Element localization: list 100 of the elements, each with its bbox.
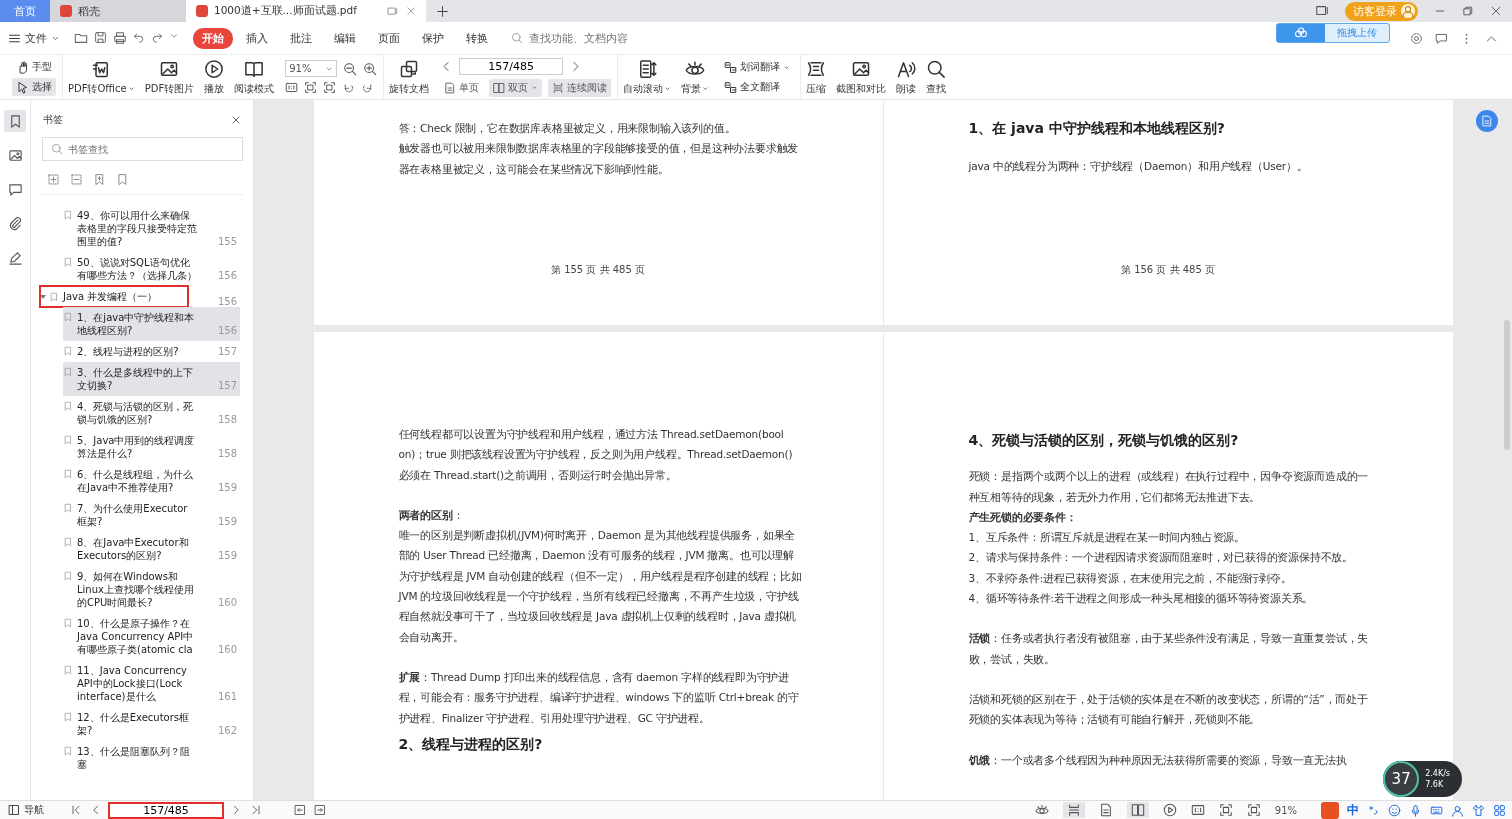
assistant-button[interactable] xyxy=(1476,110,1498,132)
bookmark-item[interactable]: 1、在java中守护线程和本地线程区别? 156 xyxy=(63,307,240,341)
bookmark-item[interactable]: 3、什么是多线程中的上下文切换? 157 xyxy=(63,362,240,396)
toolbar-button[interactable]: PDF转Office xyxy=(63,56,140,98)
section-heading: 1、在 java 中守护线程和本地线程区别? xyxy=(968,119,1226,138)
meter-value: 37 xyxy=(1391,770,1411,788)
sidebar-panel-button[interactable] xyxy=(4,110,26,132)
bookmark-icon xyxy=(63,618,73,628)
close-icon xyxy=(231,115,241,125)
bookmark-group[interactable]: Java 并发编程（一） xyxy=(40,286,188,307)
page-icon xyxy=(444,81,457,94)
paragraph: 两者的区别： xyxy=(398,507,465,523)
ribbon-tab[interactable]: 保护 xyxy=(413,27,453,49)
translate-icon xyxy=(724,60,738,74)
fit-width-icon xyxy=(1246,803,1261,817)
window-mode-icon xyxy=(1315,4,1329,18)
bookmark-item[interactable]: 11、Java Concurrency API中的Lock接口(Lock interface)是什么 161 xyxy=(63,660,240,707)
ribbon-tab[interactable]: 插入 xyxy=(237,27,277,49)
toolbar-button[interactable]: 划词翻译 xyxy=(720,58,795,76)
actual-size-icon xyxy=(1190,803,1205,817)
download-speed: 7.6K xyxy=(1425,779,1445,790)
search-icon xyxy=(926,58,947,79)
image-icon xyxy=(7,147,23,163)
toolbar-button[interactable]: 压缩 xyxy=(801,56,832,98)
bookmark-icon xyxy=(63,712,73,722)
page-back-icon xyxy=(294,804,306,816)
paragraph: 4、循环等待条件:若干进程之间形成一种头尾相接的循环等待资源关系。 xyxy=(968,591,1315,607)
toolbar-button[interactable]: 背景 xyxy=(676,56,715,98)
bookmark-search-field[interactable]: 书签查找 xyxy=(68,143,228,155)
restore-icon xyxy=(1462,5,1474,17)
ribbon-tab[interactable]: 批注 xyxy=(281,27,321,49)
expand-all-icon xyxy=(47,173,60,186)
bookmark-item[interactable]: 49、你可以用什么来确保表格里的字段只接受特定范围里的值? 155 xyxy=(63,205,240,252)
toolbar-button[interactable]: 手型 xyxy=(12,58,56,76)
document-tab[interactable]: 稻壳 xyxy=(50,0,186,22)
page-number-field[interactable]: 157/485 xyxy=(108,801,224,819)
bookmark-item[interactable]: 12、什么是Executors框架? 162 xyxy=(63,707,240,741)
bookmark-item[interactable]: 5、Java中用到的线程调度算法是什么? 158 xyxy=(63,430,240,464)
bookmark-search-box[interactable]: 书签查找 xyxy=(42,137,243,161)
pin-icon xyxy=(387,5,398,17)
ribbon-tab[interactable]: 开始 xyxy=(193,27,233,49)
zoom-dropdown[interactable]: 91% xyxy=(1274,804,1297,816)
feature-search-field[interactable]: 查找功能、文档内容 xyxy=(527,30,641,46)
toolbar-button[interactable]: 双页 xyxy=(489,78,543,97)
bookmark-icon xyxy=(63,665,73,675)
bookmark-icon xyxy=(63,503,73,513)
ribbon-tab[interactable]: 转换 xyxy=(457,27,497,49)
two-page-icon xyxy=(1130,803,1145,817)
bookmark-icon xyxy=(63,210,73,220)
bookmark-item[interactable]: 2、线程与进程的区别? 157 xyxy=(63,341,240,362)
ribbon-tab[interactable]: 页面 xyxy=(369,27,409,49)
shirt-icon xyxy=(1472,803,1485,817)
navigation-button[interactable]: 导航 xyxy=(8,803,70,817)
zoom-dropdown[interactable]: 91% xyxy=(285,60,338,77)
toolbar-button[interactable]: 旋转文档 xyxy=(384,56,435,98)
add-bookmark-icon xyxy=(93,173,106,186)
bookmark-item[interactable]: 10、什么是原子操作？在Java Concurrency API中有哪些原子类(atomic cla 160 xyxy=(63,613,240,660)
toolbar-button[interactable]: 选择 xyxy=(12,78,56,96)
punctuation-icon xyxy=(1367,803,1380,817)
toolbar-button[interactable]: 自动滚动 xyxy=(618,56,677,98)
redo-icon xyxy=(151,31,163,43)
ribbon-tab[interactable]: 编辑 xyxy=(325,27,365,49)
print-icon xyxy=(113,31,127,45)
bookmark-icon xyxy=(63,571,73,581)
document-tab[interactable]: 1000道+互联...师面试题.pdf xyxy=(186,0,426,22)
toolbar-button[interactable]: 阅读模式 xyxy=(229,56,280,98)
toolbar-button[interactable]: PDF转图片 xyxy=(139,56,200,98)
toolbar-button[interactable]: 截图和对比 xyxy=(831,56,892,98)
bookmark-item[interactable]: 8、在Java中Executor和Executors的区别? 159 xyxy=(63,532,240,566)
bookmark-item[interactable]: 7、为什么使用Executor框架? 159 xyxy=(63,498,240,532)
folder-icon xyxy=(74,31,88,45)
paragraph: 触发器也可以被用来限制数据库表格里的字段能够接受的值，但是这种办法要求触发器在表格里被定义，这可能会在某些情况下影响到性能。 xyxy=(398,141,800,177)
grid-icon xyxy=(1493,803,1506,817)
bookmark-icon xyxy=(63,367,73,377)
search-icon xyxy=(51,143,63,155)
bookmark-item[interactable]: 6、什么是线程组，为什么在Java中不推荐使用? 159 xyxy=(63,464,240,498)
toolbar-button[interactable]: 播放 xyxy=(199,56,230,98)
avatar-icon xyxy=(1401,4,1415,18)
bookmark-item[interactable]: 13、什么是阻塞队列？阻塞 xyxy=(63,741,240,775)
input-mode-label[interactable]: 中 xyxy=(1347,801,1359,819)
paragraph: 3、不剥夺条件:进程已获得资源，在末使用完之前，不能强行剥夺。 xyxy=(968,570,1293,586)
paragraph: 唯一的区别是判断虚拟机(JVM)何时离开，Daemon 是为其他线程提供服务，如果全部的 User Thread 已经撤离，Daemon 没有可服务的线程，JVM 撤离。也可以理解为守护线程是 JVM 自动创建的线程（但不一定），用户线程是程序创建的线程；比如 JVM 的垃圾回收线程是一个守护线程，当所有线程已经撤离，不再产生垃圾，守护线程自然就没事可干了，当垃圾回收线程是 Java 虚拟机上仅剩的线程时，Java 虚拟机会自动离开。 xyxy=(398,528,803,645)
fit-page-icon xyxy=(1218,803,1233,817)
bookmark-item[interactable]: 9、如何在Windows和Linux上查找哪个线程使用的CPU时间最长? 160 xyxy=(63,566,240,613)
zoom-out-icon xyxy=(343,61,358,76)
bookmark-item[interactable]: 50、说说对SQL语句优化有哪些方法？（选择几条） 156 xyxy=(63,252,240,286)
page-number-field[interactable]: 157/485 xyxy=(459,57,564,75)
toolbar-button[interactable]: 单页 xyxy=(440,78,484,97)
file-menu[interactable]: 文件 xyxy=(8,30,60,46)
ime-logo-icon xyxy=(1321,801,1339,819)
close-button[interactable] xyxy=(231,115,241,125)
toolbar-button[interactable]: 连续阅读 xyxy=(548,78,612,97)
toolbar-button[interactable]: 查找 xyxy=(921,56,952,98)
zoom-in-icon xyxy=(363,61,378,76)
undo-icon xyxy=(133,31,145,43)
scrollbar[interactable] xyxy=(1504,320,1510,450)
bookmark-item[interactable]: 4、死锁与活锁的区别，死锁与饥饿的区别? 158 xyxy=(63,396,240,430)
toolbar-button[interactable]: 全文翻译 xyxy=(720,78,795,96)
paperclip-icon xyxy=(7,215,23,231)
toolbar-button[interactable]: 朗读 xyxy=(891,56,922,98)
